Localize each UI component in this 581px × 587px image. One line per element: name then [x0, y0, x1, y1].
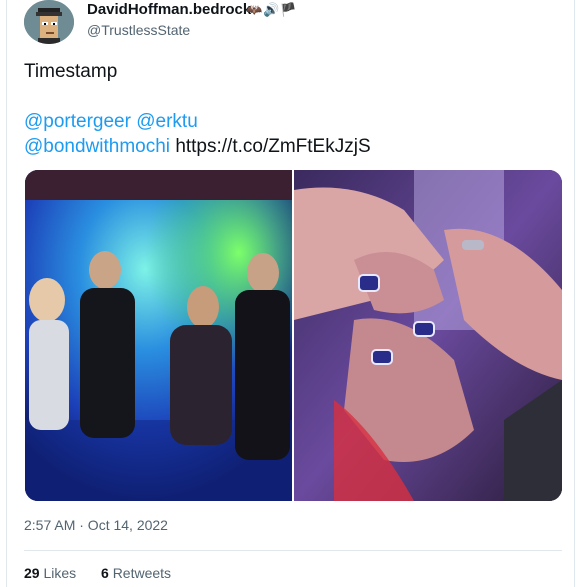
display-name[interactable]: DavidHoffman.bedrock [87, 1, 251, 18]
tweet-body-text: Timestamp [24, 61, 118, 82]
likes-count: 29 [24, 565, 40, 581]
mention-link[interactable]: @portergeer [24, 111, 131, 132]
tweet-url-link[interactable]: https://t.co/ZmFtEkJzjS [175, 136, 370, 157]
likes-stat[interactable]: 29 Likes [24, 565, 76, 581]
group-photo[interactable] [25, 170, 292, 501]
pixel-punk-avatar-icon [24, 0, 74, 44]
stats-divider [24, 550, 562, 551]
card-border-right [574, 0, 575, 587]
card-border-left [6, 0, 7, 587]
mention-link[interactable]: @bondwithmochi [24, 136, 170, 157]
retweets-count: 6 [101, 565, 109, 581]
rings-photo[interactable] [294, 170, 562, 501]
tweet-timestamp[interactable]: 2:57 AM · Oct 14, 2022 [24, 517, 168, 533]
group-photo-icon [25, 170, 292, 501]
mentions-line-2: @bondwithmochi https://t.co/ZmFtEkJzjS [24, 135, 371, 159]
mentions-line-1: @portergeer @erktu [24, 110, 198, 134]
retweets-label: Retweets [112, 565, 172, 581]
likes-label: Likes [43, 565, 77, 581]
avatar[interactable] [24, 0, 74, 44]
media-grid [25, 170, 562, 501]
mention-link[interactable]: @erktu [136, 111, 198, 132]
retweets-stat[interactable]: 6 Retweets [101, 565, 171, 581]
rings-photo-icon [294, 170, 562, 501]
user-handle[interactable]: @TrustlessState [87, 22, 190, 38]
name-emoji-badges: 🦇🔊🏴 [246, 2, 298, 17]
